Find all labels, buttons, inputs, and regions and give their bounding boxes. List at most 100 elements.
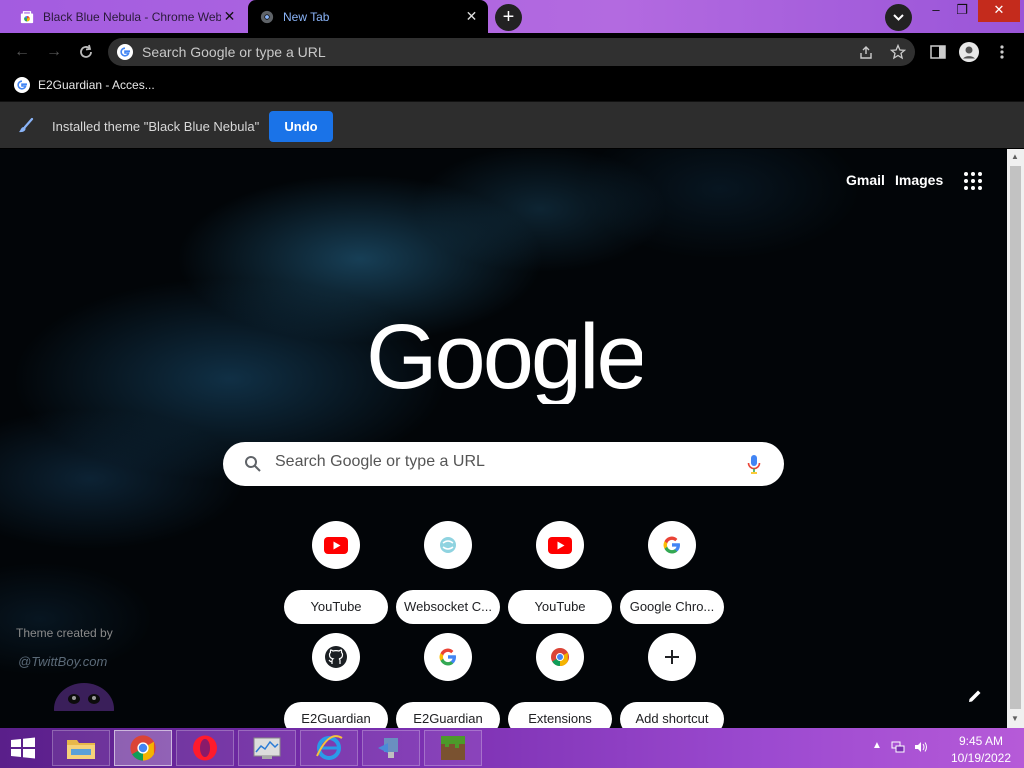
shortcut-icon-bg <box>648 521 696 569</box>
back-button[interactable]: ← <box>12 42 32 62</box>
shortcut-icon-bg <box>648 633 696 681</box>
omnibox-input[interactable] <box>142 44 842 60</box>
tab-search-button[interactable] <box>885 4 912 31</box>
youtube-icon <box>324 536 348 554</box>
svg-text:Google: Google <box>366 306 642 404</box>
share-icon[interactable] <box>858 44 874 60</box>
tab-new-tab[interactable]: New Tab ✕ <box>248 0 488 33</box>
plus-icon <box>665 650 679 664</box>
network-icon[interactable] <box>891 740 905 754</box>
theme-mascot-icon <box>54 683 114 711</box>
shortcut-label: YouTube <box>284 590 388 624</box>
clock-date[interactable]: 10/19/2022 <box>948 751 1014 765</box>
add-shortcut-tile[interactable]: Add shortcut <box>620 627 724 728</box>
reload-button[interactable] <box>76 42 96 62</box>
google-icon <box>14 77 30 93</box>
undo-button[interactable]: Undo <box>269 111 333 142</box>
shortcut-tile[interactable]: E2Guardian <box>284 627 388 728</box>
apps-grid-icon[interactable] <box>963 171 983 191</box>
shortcut-label: E2Guardian <box>396 702 500 728</box>
shortcut-tile[interactable]: Websocket C... <box>396 515 500 624</box>
scroll-up-icon[interactable]: ▲ <box>1011 152 1019 161</box>
bookmark-label: E2Guardian - Acces... <box>38 78 155 92</box>
close-tab-icon[interactable]: ✕ <box>223 9 236 23</box>
taskbar-task-manager[interactable] <box>238 730 296 766</box>
close-tab-icon[interactable]: ✕ <box>465 9 478 23</box>
google-icon <box>117 44 133 60</box>
shortcut-icon-bg <box>536 633 584 681</box>
side-panel-icon[interactable] <box>928 42 948 62</box>
remote-desktop-icon <box>378 738 398 758</box>
tray-overflow-icon[interactable]: ▲ <box>872 740 882 754</box>
window-close-button[interactable]: ✕ <box>978 0 1020 22</box>
forward-button[interactable]: → <box>44 42 64 62</box>
bookmark-star-icon[interactable] <box>890 44 906 60</box>
gmail-link[interactable]: Gmail <box>846 172 885 188</box>
new-tab-button[interactable]: + <box>495 4 522 31</box>
images-link[interactable]: Images <box>895 172 943 188</box>
omnibox[interactable] <box>108 38 915 66</box>
infobar-message: Installed theme "Black Blue Nebula" <box>52 119 260 134</box>
shortcut-tile[interactable]: YouTube <box>284 515 388 624</box>
task-manager-icon <box>253 737 281 759</box>
page-scrollbar[interactable]: ▲ ▼ <box>1007 149 1024 728</box>
minecraft-icon <box>441 736 465 760</box>
shortcut-label: Extensions <box>508 702 612 728</box>
chrome-icon <box>551 648 569 666</box>
microphone-icon[interactable] <box>747 454 761 474</box>
theme-infobar: Installed theme "Black Blue Nebula" Undo <box>0 101 1024 148</box>
taskbar-minecraft[interactable] <box>424 730 482 766</box>
websocket-icon <box>440 537 456 553</box>
chrome-icon <box>130 735 156 761</box>
google-icon <box>439 648 456 666</box>
shortcut-icon-bg <box>312 633 360 681</box>
tab-title: Black Blue Nebula - Chrome Web Store <box>43 9 221 24</box>
chrome-web-store-icon <box>20 10 34 23</box>
taskbar-chrome[interactable] <box>114 730 172 766</box>
taskbar-remote-desktop[interactable] <box>362 730 420 766</box>
windows-taskbar: ▲ 9:45 AM 10/19/2022 <box>0 728 1024 768</box>
shortcut-icon-bg <box>424 633 472 681</box>
taskbar-internet-explorer[interactable] <box>300 730 358 766</box>
profile-avatar-icon[interactable] <box>959 42 979 62</box>
scrollbar-thumb[interactable] <box>1010 166 1021 709</box>
taskbar-file-explorer[interactable] <box>52 730 110 766</box>
tab-chrome-web-store[interactable]: Black Blue Nebula - Chrome Web Store ✕ <box>8 0 246 33</box>
reload-icon <box>80 44 92 58</box>
shortcut-icon-bg <box>536 521 584 569</box>
shortcut-tile[interactable]: Extensions <box>508 627 612 728</box>
scroll-down-icon[interactable]: ▼ <box>1011 714 1019 723</box>
taskbar-opera[interactable] <box>176 730 234 766</box>
system-tray: ▲ <box>872 740 928 754</box>
bookmarks-bar: E2Guardian - Acces... <box>0 71 1024 101</box>
maximize-button[interactable]: ❐ <box>948 0 976 22</box>
folder-icon <box>67 740 95 759</box>
windows-start-icon[interactable] <box>8 736 38 760</box>
chevron-down-icon <box>893 14 904 21</box>
ntp-search-input[interactable] <box>275 453 715 471</box>
volume-icon[interactable] <box>914 740 928 754</box>
chrome-icon <box>260 10 274 23</box>
google-logo: Google <box>366 306 642 404</box>
shortcut-tile[interactable]: YouTube <box>508 515 612 624</box>
shortcut-label: Add shortcut <box>620 702 724 728</box>
internet-explorer-icon <box>316 735 343 760</box>
shortcut-tile[interactable]: E2Guardian <box>396 627 500 728</box>
clock-time[interactable]: 9:45 AM <box>956 734 1006 748</box>
shortcut-tile[interactable]: Google Chro... <box>620 515 724 624</box>
shortcut-label: Google Chro... <box>620 590 724 624</box>
shortcut-label: Websocket C... <box>396 590 500 624</box>
minimize-button[interactable]: – <box>922 0 950 22</box>
shortcut-label: YouTube <box>508 590 612 624</box>
theme-credit-handle[interactable]: @TwittBoy.com <box>18 654 107 669</box>
pencil-icon[interactable] <box>966 687 984 705</box>
toolbar: ← → <box>0 33 1024 71</box>
tab-strip: Black Blue Nebula - Chrome Web Store ✕ N… <box>0 0 1024 33</box>
bookmark-e2guardian[interactable]: E2Guardian - Acces... <box>14 77 155 93</box>
github-icon <box>325 646 347 668</box>
google-icon <box>663 536 680 554</box>
menu-dots-icon[interactable] <box>992 42 1012 62</box>
opera-icon <box>193 735 217 761</box>
ntp-search-box[interactable] <box>223 442 784 486</box>
new-tab-page: Gmail Images Google YouTube <box>0 149 1007 728</box>
